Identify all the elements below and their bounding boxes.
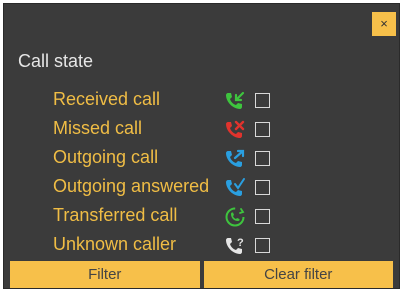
received-call-icon	[226, 91, 245, 109]
transferred-call-checkbox[interactable]	[255, 209, 270, 224]
outgoing-call-checkbox[interactable]	[255, 151, 270, 166]
call-state-list: Received call Missed call Outgoing call	[4, 87, 399, 261]
call-state-row-outgoing: Outgoing call	[4, 145, 399, 174]
call-state-row-unknown: Unknown caller ?	[4, 232, 399, 261]
outgoing-answered-checkbox[interactable]	[255, 180, 270, 195]
missed-call-icon	[226, 120, 245, 138]
call-state-label: Outgoing call	[53, 147, 159, 167]
unknown-caller-icon: ?	[226, 237, 244, 254]
outgoing-answered-icon	[226, 178, 245, 196]
call-state-label: Received call	[53, 89, 161, 109]
footer-actions: Filter Clear filter	[10, 261, 393, 288]
received-call-checkbox[interactable]	[255, 93, 270, 108]
transferred-call-icon	[225, 207, 245, 227]
close-button[interactable]: ×	[372, 12, 396, 36]
call-state-row-received: Received call	[4, 87, 399, 116]
call-state-label: Missed call	[53, 118, 143, 138]
clear-filter-button[interactable]: Clear filter	[203, 261, 393, 288]
call-state-row-outgoing-answered: Outgoing answered	[4, 174, 399, 203]
unknown-caller-checkbox[interactable]	[255, 238, 270, 253]
call-state-row-missed: Missed call	[4, 116, 399, 145]
section-title: Call state	[18, 51, 94, 71]
call-state-label: Transferred call	[53, 205, 178, 225]
call-state-label: Outgoing answered	[53, 176, 210, 196]
missed-call-checkbox[interactable]	[255, 122, 270, 137]
outgoing-call-icon	[226, 149, 245, 167]
call-state-row-transferred: Transferred call	[4, 203, 399, 232]
svg-text:?: ?	[237, 237, 244, 249]
call-state-label: Unknown caller	[53, 234, 177, 254]
filter-panel: × Call state Received call Missed call O…	[3, 3, 400, 289]
filter-button[interactable]: Filter	[10, 261, 200, 288]
